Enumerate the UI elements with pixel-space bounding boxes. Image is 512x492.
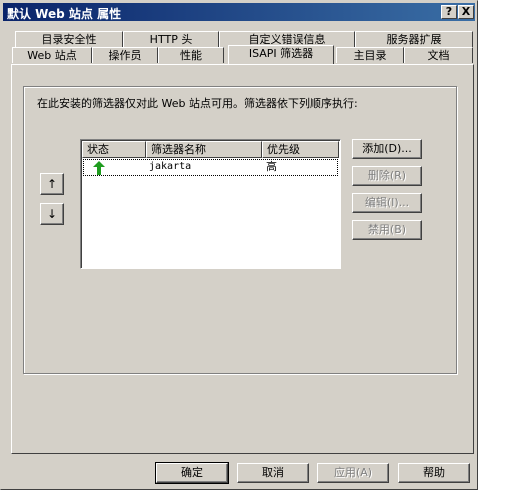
filter-priority-cell: 高 (266, 160, 277, 173)
close-title-button[interactable]: X (458, 5, 474, 19)
column-header-filter-name[interactable]: 筛选器名称 (146, 141, 262, 158)
ok-button[interactable]: 确定 (155, 462, 229, 484)
tab-documents[interactable]: 文档 (404, 47, 473, 63)
window-title: 默认 Web 站点 属性 (7, 7, 122, 21)
tab-web-site[interactable]: Web 站点 (12, 47, 92, 63)
title-bar[interactable]: 默认 Web 站点 属性 ? X (3, 3, 475, 21)
help-button[interactable]: 帮助 (398, 463, 470, 483)
cancel-button[interactable]: 取消 (237, 463, 309, 483)
column-header-priority[interactable]: 优先级 (262, 141, 339, 158)
tab-isapi-filters[interactable]: ISAPI 筛选器 (228, 45, 334, 64)
tab-server-extensions[interactable]: 服务器扩展 (355, 31, 473, 47)
disable-button[interactable]: 禁用(B) (352, 220, 422, 240)
tab-performance[interactable]: 性能 (158, 47, 224, 63)
add-button[interactable]: 添加(D)... (352, 139, 422, 159)
filters-description: 在此安装的筛选器仅对此 Web 站点可用。筛选器依下列顺序执行: (37, 97, 358, 110)
filter-name-cell: jakarta (149, 161, 192, 172)
tab-directory-security[interactable]: 目录安全性 (15, 31, 123, 47)
apply-button[interactable]: 应用(A) (317, 463, 389, 483)
column-header-status[interactable]: 状态 (82, 141, 146, 158)
move-down-button[interactable]: ↓ (40, 203, 64, 225)
table-row[interactable]: jakarta 高 (83, 159, 338, 176)
properties-dialog: 默认 Web 站点 属性 ? X 目录安全性 HTTP 头 自定义错误信息 服务… (0, 0, 478, 490)
edit-button[interactable]: 编辑(I)... (352, 193, 422, 213)
tab-http-headers[interactable]: HTTP 头 (123, 31, 219, 47)
tab-operators[interactable]: 操作员 (92, 47, 158, 63)
move-up-button[interactable]: ↑ (40, 173, 64, 195)
green-up-arrow-icon (85, 159, 105, 175)
tab-home-directory[interactable]: 主目录 (336, 47, 404, 63)
filters-list[interactable]: 状态 筛选器名称 优先级 jakarta 高 (80, 139, 341, 269)
help-title-button[interactable]: ? (441, 5, 457, 19)
remove-button[interactable]: 删除(R) (352, 166, 422, 186)
